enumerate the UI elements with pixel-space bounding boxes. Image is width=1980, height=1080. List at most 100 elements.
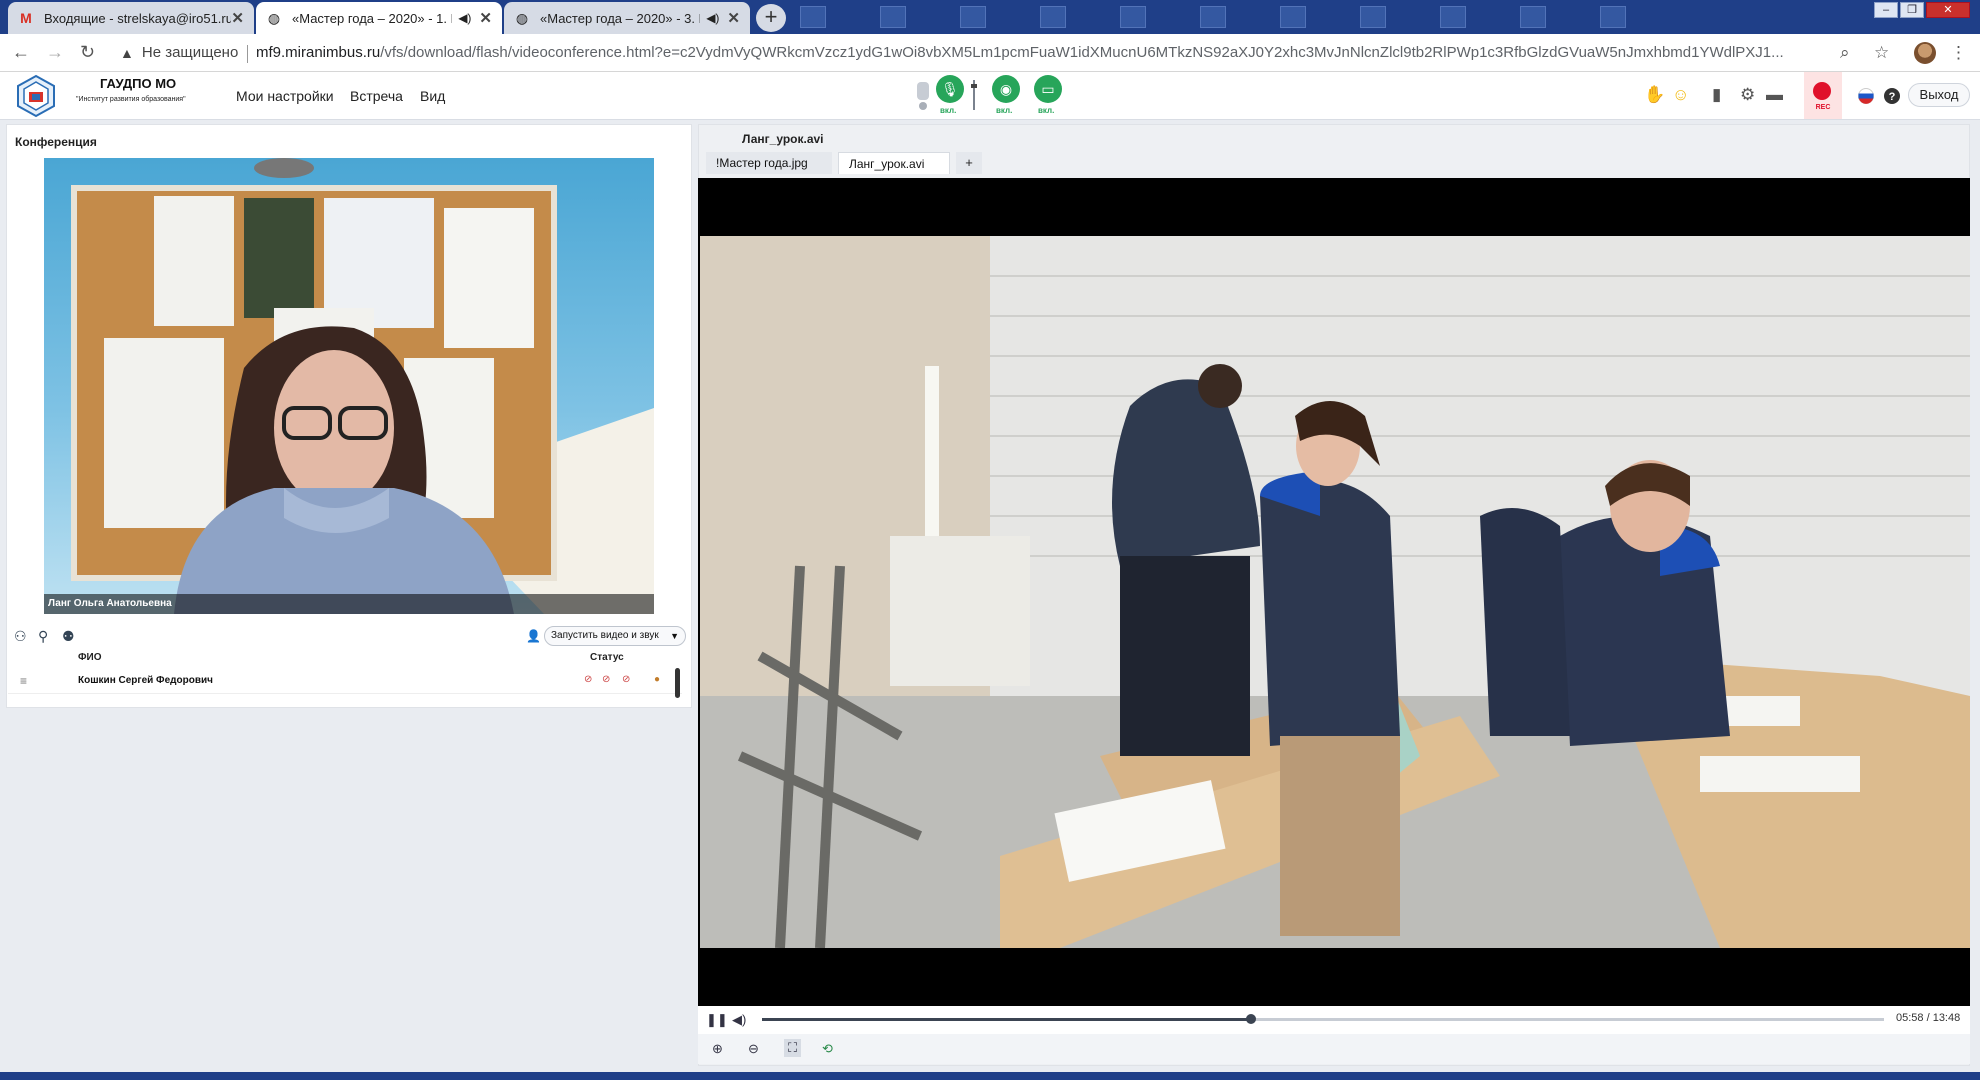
security-indicator[interactable]: ▲ Не защищено (120, 44, 238, 61)
bookmark-star-icon[interactable]: ☆ (1874, 43, 1889, 63)
help-icon[interactable]: ? (1884, 88, 1900, 104)
browser-tab-conference-3[interactable]: ◍ «Мастер года – 2020» - 3. К ◀) ✕ (504, 2, 750, 34)
background-window-thumb (1200, 6, 1226, 28)
conference-title: Конференция (15, 135, 97, 149)
camera-off-icon[interactable]: ⊘ (584, 674, 592, 685)
network-icon[interactable]: ⚙ (1740, 85, 1755, 105)
minimize-button[interactable]: – (1874, 2, 1898, 18)
participant-role-icon: ● (654, 674, 661, 685)
menu-meeting[interactable]: Встреча (350, 88, 403, 104)
zoom-icon[interactable]: ⌕ (1840, 43, 1850, 63)
zoom-out-icon[interactable]: ⊖ (748, 1041, 759, 1057)
column-header-status: Статус (590, 652, 624, 663)
speaker-name-label: Ланг Ольга Анатольевна (44, 594, 654, 614)
chevron-down-icon: ▼ (670, 631, 679, 641)
new-tab-button[interactable]: + (756, 4, 786, 32)
mic-off-icon[interactable]: ⊘ (602, 674, 610, 685)
window-close-button[interactable]: ✕ (1926, 2, 1970, 18)
bar-chart-icon[interactable]: ▮ (1712, 85, 1721, 105)
forward-icon[interactable]: → (46, 42, 64, 63)
media-file-title: Ланг_урок.avi (742, 132, 824, 146)
background-window-thumb (1040, 6, 1066, 28)
browser-tab-conference-1[interactable]: ◍ «Мастер года – 2020» - 1. К ◀) ✕ (256, 2, 502, 34)
fit-screen-icon[interactable]: ⛶ (784, 1039, 802, 1057)
progress-track[interactable] (762, 1014, 1884, 1024)
volume-slider[interactable] (916, 80, 932, 112)
reload-icon[interactable]: ↻ (80, 42, 95, 63)
os-taskbar (0, 1072, 1980, 1080)
emoji-icon[interactable]: ☺ (1672, 85, 1689, 105)
background-window-thumb (960, 6, 986, 28)
speaker-icon[interactable]: ◀) (458, 11, 471, 25)
tab-image-file[interactable]: !Мастер года.jpg (706, 152, 832, 174)
microphone-icon: 🎙 (941, 81, 959, 97)
url-field[interactable]: mf9.miranimbus.ru/vfs/download/flash/vid… (256, 44, 1826, 61)
background-window-thumb (1360, 6, 1386, 28)
webcam-icon: ◉ (999, 81, 1013, 97)
speaker-icon[interactable]: ◀) (706, 11, 719, 25)
browser-tabstrip: M Входящие - strelskaya@iro51.ru ✕ ◍ «Ма… (0, 0, 1980, 34)
screen-off-icon[interactable]: ⊘ (622, 674, 630, 685)
tab-title: «Мастер года – 2020» - 1. К (292, 10, 453, 26)
mic-settings-icon[interactable]: ⚲ (38, 628, 48, 645)
exit-button[interactable]: Выход (1908, 83, 1970, 107)
russian-flag-icon[interactable] (1858, 88, 1874, 104)
lesson-video-frame (700, 236, 1970, 948)
participant-row[interactable]: ≡ Кошкин Сергей Федорович ⊘ ⊘ ⊘ ● (8, 668, 682, 694)
security-label: Не защищено (141, 44, 239, 61)
user-icon: 👤 (526, 629, 541, 643)
record-button[interactable]: REC (1804, 72, 1842, 119)
background-window-thumb (1120, 6, 1146, 28)
viewer-tools: ⊕ ⊖ ⛶ ⟲ (698, 1034, 1970, 1064)
participant-name: Кошкин Сергей Федорович (78, 675, 213, 686)
add-file-tab-button[interactable]: + (956, 152, 982, 174)
folder-icon[interactable]: ▬ (1766, 85, 1783, 105)
camera-settings-icon[interactable]: ⚇ (14, 628, 27, 645)
divider (247, 45, 248, 63)
microphone-status: вкл. (940, 106, 957, 115)
camera-status: вкл. (996, 106, 1013, 115)
start-video-dropdown[interactable]: Запустить видео и звук ▼ (544, 626, 686, 646)
record-label: REC (1815, 104, 1831, 111)
browser-tab-gmail[interactable]: M Входящие - strelskaya@iro51.ru ✕ (8, 2, 254, 34)
zoom-in-icon[interactable]: ⊕ (712, 1041, 723, 1057)
maximize-button[interactable]: ❐ (1900, 2, 1924, 18)
close-icon[interactable]: ✕ (479, 9, 492, 27)
column-header-name: ФИО (78, 652, 102, 663)
svg-text:?: ? (1889, 91, 1896, 103)
close-icon[interactable]: ✕ (231, 9, 244, 27)
speaker-video[interactable]: Ланг Ольга Анатольевна (44, 158, 654, 614)
close-icon[interactable]: ✕ (727, 9, 740, 27)
volume-icon[interactable]: ◀) (732, 1012, 746, 1028)
pause-icon[interactable]: ❚❚ (706, 1012, 728, 1028)
screen-share-toggle[interactable]: ▭ (1034, 75, 1062, 103)
microphone-toggle[interactable]: 🎙 (936, 75, 964, 103)
menu-view[interactable]: Вид (420, 88, 445, 104)
mic-level-slider[interactable] (970, 80, 978, 112)
participant-settings-icon[interactable]: ⚉ (62, 628, 75, 645)
profile-avatar[interactable] (1914, 42, 1936, 64)
background-window-thumb (800, 6, 826, 28)
screen-share-status: вкл. (1038, 106, 1055, 115)
raise-hand-icon[interactable]: ✋ (1644, 85, 1665, 105)
url-host: mf9.miranimbus.ru (256, 44, 381, 61)
organization-subtitle: "Институт развития образования" (76, 96, 186, 103)
record-icon (1813, 82, 1831, 100)
background-window-thumb (1280, 6, 1306, 28)
globe-icon: ◍ (267, 10, 281, 26)
back-icon[interactable]: ← (12, 42, 30, 63)
sync-icon[interactable]: ⟲ (822, 1041, 833, 1057)
start-video-label: Запустить видео и звук (551, 630, 659, 641)
participants-scrollbar[interactable] (675, 668, 680, 698)
gmail-icon: M (20, 10, 32, 26)
background-window-thumb (880, 6, 906, 28)
progress-fill (762, 1018, 1252, 1021)
tab-video-file[interactable]: Ланг_урок.avi (838, 152, 950, 174)
browser-menu-icon[interactable]: ⋮ (1950, 43, 1967, 63)
background-window-thumb (1440, 6, 1466, 28)
camera-toggle[interactable]: ◉ (992, 75, 1020, 103)
warning-icon: ▲ (120, 44, 134, 61)
organization-name: ГАУДПО МО (100, 76, 177, 91)
menu-my-settings[interactable]: Мои настройки (236, 88, 334, 104)
drag-handle-icon[interactable]: ≡ (20, 674, 27, 688)
